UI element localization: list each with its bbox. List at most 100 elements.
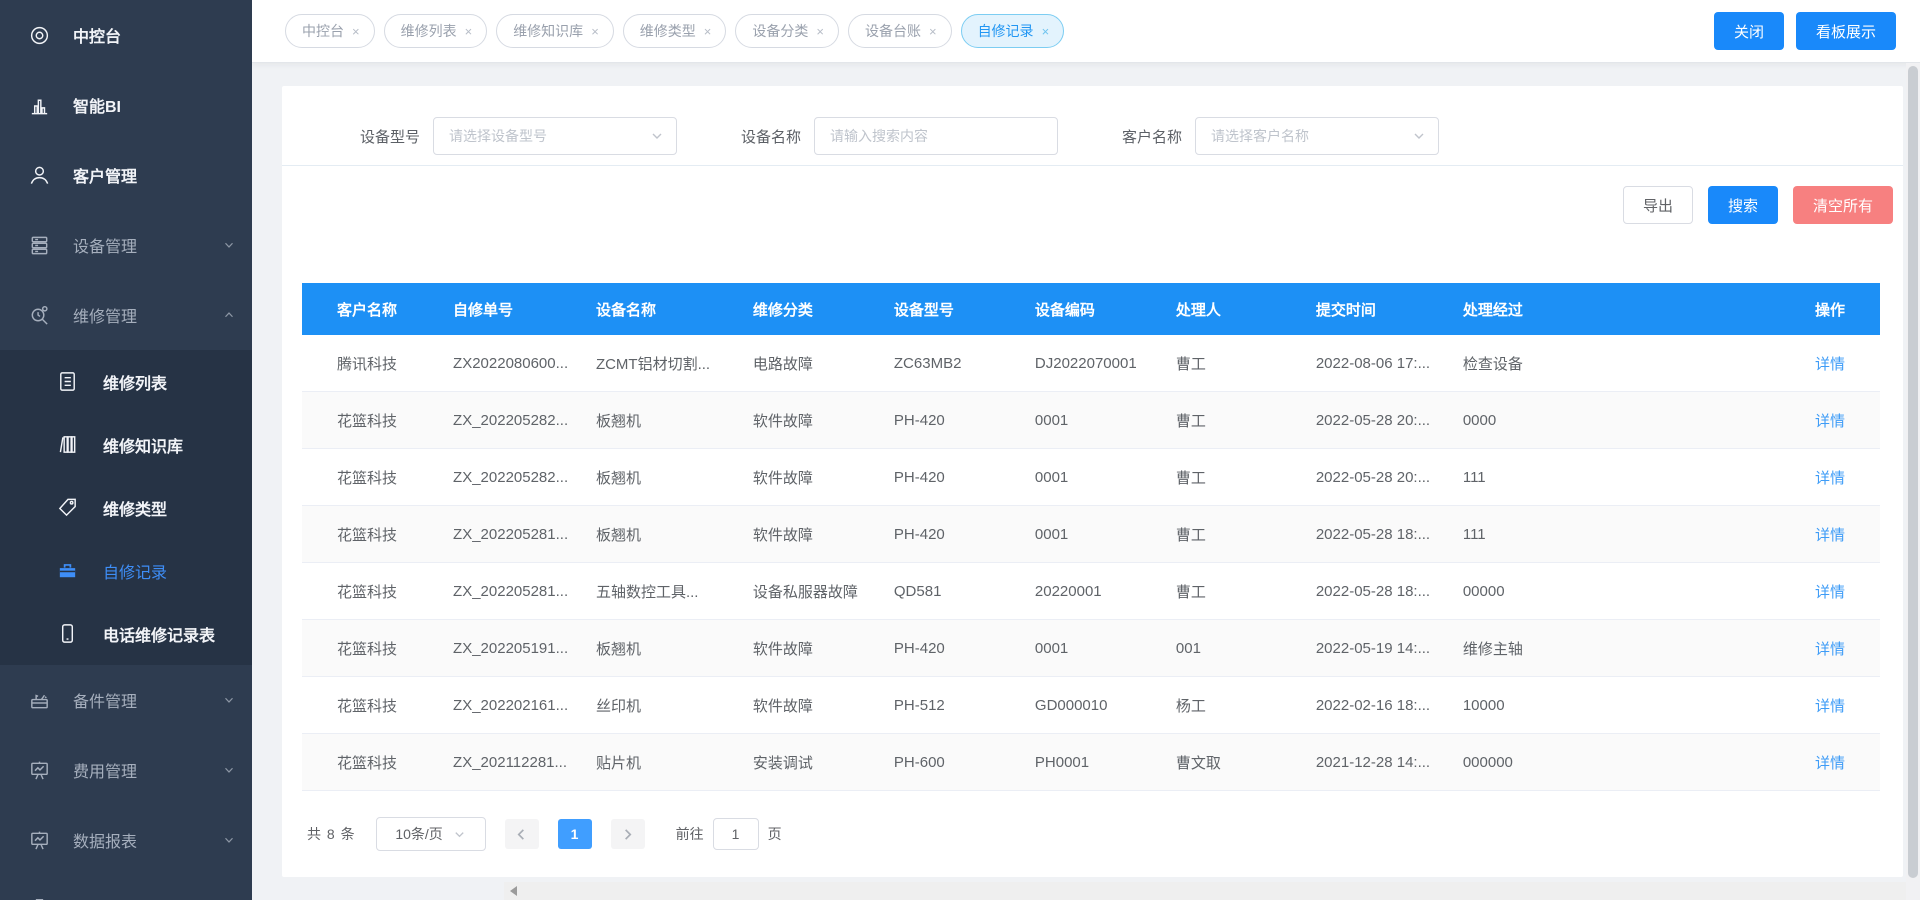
table-cell: ZX_202112281... [437,754,580,771]
vertical-scrollbar[interactable] [1906,63,1920,900]
chevron-down-icon [222,763,236,777]
customer-name-select[interactable]: 请选择客户名称 [1195,117,1439,155]
sidebar-item-客户管理[interactable]: 客户管理 [0,140,252,210]
tab-close-icon[interactable]: × [1042,25,1050,38]
sidebar-item-维修列表[interactable]: 维修列表 [0,350,252,413]
vertical-scrollbar-thumb[interactable] [1908,66,1918,878]
actions-row: 导出 搜索 清空所有 [282,186,1903,224]
detail-link[interactable]: 详情 [1815,584,1845,601]
table-cell: 花篮科技 [302,638,437,659]
sidebar-item-电话维修记录表[interactable]: 电话维修记录表 [0,602,252,665]
tab-label: 设备台账 [865,21,921,41]
prev-page-button[interactable] [505,819,539,849]
table-cell: 2022-05-19 14:... [1300,640,1447,657]
close-button[interactable]: 关闭 [1714,12,1784,50]
tab-设备分类[interactable]: 设备分类 × [735,14,839,48]
table-cell: 2022-05-28 20:... [1300,469,1447,486]
table-cell-actions: 详情 [1700,524,1880,545]
sidebar-item-中控台[interactable]: 中控台 [0,0,252,70]
table-cell: 维修主轴 [1447,638,1700,659]
table-cell: PH0001 [1019,754,1160,771]
table-cell-actions: 详情 [1700,638,1880,659]
goto-page-input[interactable] [713,818,759,850]
sidebar-item-partial[interactable] [0,875,252,900]
sidebar-item-维修类型[interactable]: 维修类型 [0,476,252,539]
table-cell: 2022-05-28 18:... [1300,526,1447,543]
tab-设备台账[interactable]: 设备台账 × [848,14,952,48]
tab-close-icon[interactable]: × [929,25,937,38]
page-size-select[interactable]: 10条/页 [376,817,486,851]
tab-close-icon[interactable]: × [704,25,712,38]
table-cell: 0000 [1447,412,1700,429]
sidebar-bottom-items: 备件管理费用管理数据报表 [0,665,252,875]
sidebar-item-费用管理[interactable]: 费用管理 [0,735,252,805]
sidebar-item-label: 中控台 [73,23,236,47]
clear-all-button[interactable]: 清空所有 [1793,186,1893,224]
table-cell: 曹文取 [1160,752,1300,773]
table-cell: ZX_202205282... [437,412,580,429]
device-name-input[interactable] [814,117,1058,155]
detail-link[interactable]: 详情 [1815,755,1845,772]
table-cell: ZX_202205282... [437,469,580,486]
tab-中控台[interactable]: 中控台× [285,14,375,48]
filter-device-model: 设备型号 请选择设备型号 [360,117,677,155]
tab-维修类型[interactable]: 维修类型× [623,14,727,48]
detail-link[interactable]: 详情 [1815,356,1845,373]
device-model-select[interactable]: 请选择设备型号 [433,117,677,155]
board-icon [28,759,51,782]
chevron-left-icon [515,828,528,841]
search-button[interactable]: 搜索 [1708,186,1778,224]
table-cell: PH-420 [878,469,1019,486]
sidebar-item-备件管理[interactable]: 备件管理 [0,665,252,735]
table-cell: 111 [1447,469,1700,486]
sidebar-item-智能BI[interactable]: 智能BI [0,70,252,140]
sidebar-item-label: 自修记录 [103,559,236,583]
table-cell: 2022-05-28 18:... [1300,583,1447,600]
table-cell: 曹工 [1160,410,1300,431]
sidebar-item-自修记录[interactable]: 自修记录 [0,539,252,602]
detail-link[interactable]: 详情 [1815,641,1845,658]
table-cell: 安装调试 [737,752,878,773]
sidebar-item-数据报表[interactable]: 数据报表 [0,805,252,875]
sidebar-item-label: 电话维修记录表 [103,622,236,646]
detail-link[interactable]: 详情 [1815,527,1845,544]
table-row: 花篮科技ZX_202202161...丝印机软件故障PH-512GD000010… [302,677,1880,734]
tab-close-icon[interactable]: × [816,25,824,38]
column-header: 处理人 [1160,299,1300,320]
detail-link[interactable]: 详情 [1815,470,1845,487]
page-number-button[interactable]: 1 [558,819,592,849]
tab-label: 设备分类 [752,21,808,41]
tab-close-icon[interactable]: × [352,25,360,38]
table-cell: PH-420 [878,526,1019,543]
detail-link[interactable]: 详情 [1815,698,1845,715]
sidebar-item-维修管理[interactable]: 维修管理 [0,280,252,350]
tab-close-icon[interactable]: × [591,25,599,38]
table-cell: 曹工 [1160,524,1300,545]
table-cell: PH-420 [878,640,1019,657]
tab-维修列表[interactable]: 维修列表× [384,14,488,48]
column-header: 处理经过 [1447,299,1700,320]
table-cell: 花篮科技 [302,524,437,545]
table-cell: 板翘机 [580,467,737,488]
briefcase-icon [56,559,79,582]
table-row: 腾讯科技ZX2022080600...ZCMT铝材切割...电路故障ZC63MB… [302,335,1880,392]
tab-label: 维修知识库 [513,21,583,41]
tab-close-icon[interactable]: × [465,25,473,38]
sidebar-item-label: 备件管理 [73,688,222,712]
sidebar-item-设备管理[interactable]: 设备管理 [0,210,252,280]
tab-自修记录[interactable]: 自修记录× [961,14,1065,48]
sidebar-item-维修知识库[interactable]: 维修知识库 [0,413,252,476]
export-button[interactable]: 导出 [1623,186,1693,224]
sidebar-item-label: 维修列表 [103,370,236,394]
tab-维修知识库[interactable]: 维修知识库 × [496,14,614,48]
tabbar-buttons: 关闭 看板展示 [1714,12,1896,50]
table-cell: 花篮科技 [302,467,437,488]
detail-link[interactable]: 详情 [1815,413,1845,430]
board-display-button[interactable]: 看板展示 [1796,12,1896,50]
table-cell-actions: 详情 [1700,581,1880,602]
table-cell: 2022-08-06 17:... [1300,355,1447,372]
horizontal-scrollbar[interactable] [504,882,1920,900]
next-page-button[interactable] [611,819,645,849]
scroll-left-arrow-icon[interactable] [510,886,517,896]
table-cell: 2022-02-16 18:... [1300,697,1447,714]
